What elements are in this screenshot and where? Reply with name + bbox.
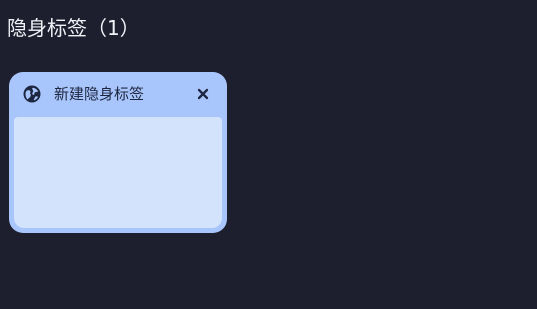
close-tab-button[interactable] xyxy=(194,85,212,103)
tab-card-header: 新建隐身标签 xyxy=(9,72,227,116)
close-icon xyxy=(197,88,209,100)
tab-preview[interactable] xyxy=(14,117,222,228)
globe-icon xyxy=(23,85,41,103)
incognito-tab-card[interactable]: 新建隐身标签 xyxy=(9,72,227,233)
tab-title: 新建隐身标签 xyxy=(54,85,145,103)
section-title: 隐身标签（1） xyxy=(7,16,140,40)
